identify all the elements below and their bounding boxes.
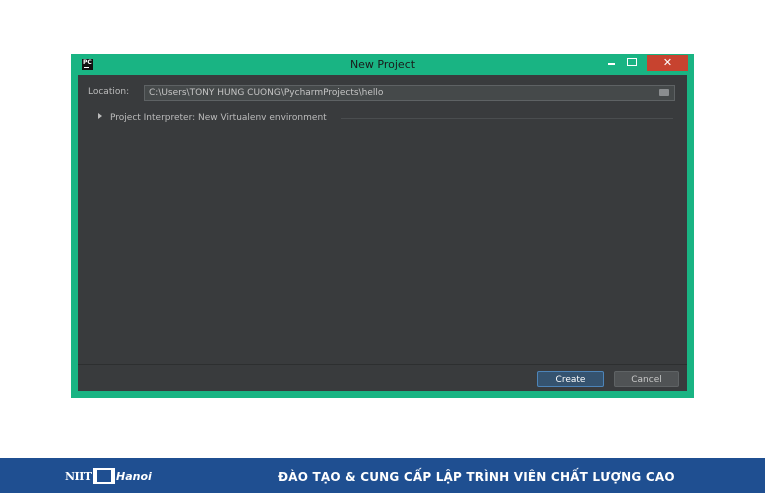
cancel-button[interactable]: Cancel <box>614 371 679 387</box>
minimize-button[interactable] <box>602 56 620 70</box>
close-button[interactable]: ✕ <box>647 55 688 71</box>
logo-niit-text: NIIT <box>65 470 92 483</box>
window-title: New Project <box>349 58 416 71</box>
project-interpreter-toggle[interactable]: Project Interpreter: New Virtualenv envi… <box>98 113 327 123</box>
footer-banner: NIIT Hanoi ĐÀO TẠO & CUNG CẤP LẬP TRÌNH … <box>0 458 765 493</box>
section-divider <box>341 118 673 119</box>
expand-arrow-icon <box>98 113 102 119</box>
create-button[interactable]: Create <box>537 371 604 387</box>
footer-divider <box>78 364 687 365</box>
banner-slogan: ĐÀO TẠO & CUNG CẤP LẬP TRÌNH VIÊN CHẤT L… <box>278 470 675 484</box>
location-input[interactable]: C:\Users\TONY HUNG CUONG\PycharmProjects… <box>144 85 675 101</box>
logo-hanoi-text: Hanoi <box>116 470 152 483</box>
logo-book-icon <box>93 468 115 484</box>
location-value: C:\Users\TONY HUNG CUONG\PycharmProjects… <box>149 88 384 98</box>
folder-icon[interactable] <box>659 89 669 96</box>
location-label: Location: <box>88 87 130 97</box>
project-interpreter-label: Project Interpreter: New Virtualenv envi… <box>110 113 327 123</box>
close-icon: ✕ <box>662 56 673 69</box>
maximize-icon <box>627 58 637 66</box>
title-bar[interactable]: PC New Project ✕ <box>71 54 694 75</box>
dialog-content: Location: C:\Users\TONY HUNG CUONG\Pycha… <box>78 75 687 391</box>
new-project-dialog: PC New Project ✕ Location: C:\Users\TONY… <box>71 54 694 398</box>
maximize-button[interactable] <box>623 56 641 70</box>
minimize-icon <box>607 63 615 65</box>
